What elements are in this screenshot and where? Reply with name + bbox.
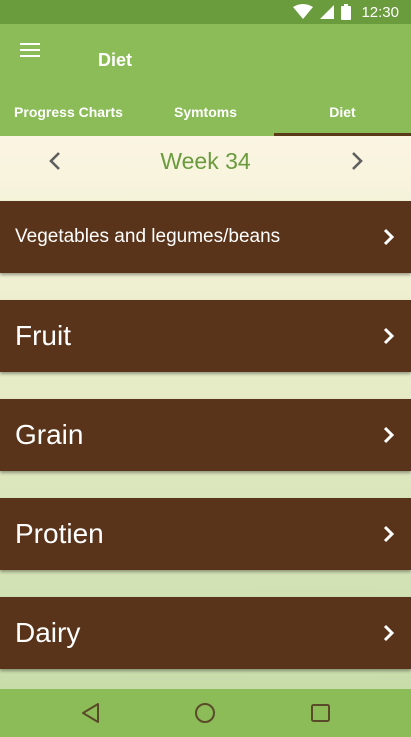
battery-icon [341,4,352,20]
category-card-vegetables[interactable]: Vegetables and legumes/beans [0,201,411,273]
home-icon[interactable] [192,701,218,725]
chevron-right-icon [383,327,395,345]
tab-progress-charts[interactable]: Progress Charts [0,88,137,136]
page-title: Diet [98,50,133,70]
signal-icon [320,5,335,19]
app-bar: Diet Progress Charts Symtoms Diet [0,24,411,136]
category-card-dairy[interactable]: Dairy [0,597,411,669]
tab-symtoms[interactable]: Symtoms [137,88,274,136]
tab-diet[interactable]: Diet [274,88,411,136]
status-time: 12:30 [361,3,399,21]
chevron-right-icon [383,426,395,444]
category-label: Vegetables and legumes/beans [15,226,281,247]
status-bar: 12:30 [0,0,411,24]
chevron-right-icon [383,624,395,642]
wifi-icon [293,4,314,19]
back-icon[interactable] [78,701,104,725]
chevron-right-icon [383,228,395,246]
category-label: Protien [15,518,104,549]
recents-icon[interactable] [308,701,334,725]
week-navigator: Week 34 [0,136,411,186]
chevron-right-icon[interactable] [342,146,372,176]
category-label: Grain [15,419,84,450]
tab-bar: Progress Charts Symtoms Diet [0,88,411,136]
category-card-fruit[interactable]: Fruit [0,300,411,372]
chevron-right-icon [383,525,395,543]
system-nav-bar [0,689,411,737]
diet-content: Week 34 Vegetables and legumes/beans Fru… [0,136,411,689]
category-card-protien[interactable]: Protien [0,498,411,570]
category-card-grain[interactable]: Grain [0,399,411,471]
category-label: Fruit [15,320,71,351]
category-label: Dairy [15,617,81,648]
hamburger-menu-icon[interactable] [20,38,48,62]
